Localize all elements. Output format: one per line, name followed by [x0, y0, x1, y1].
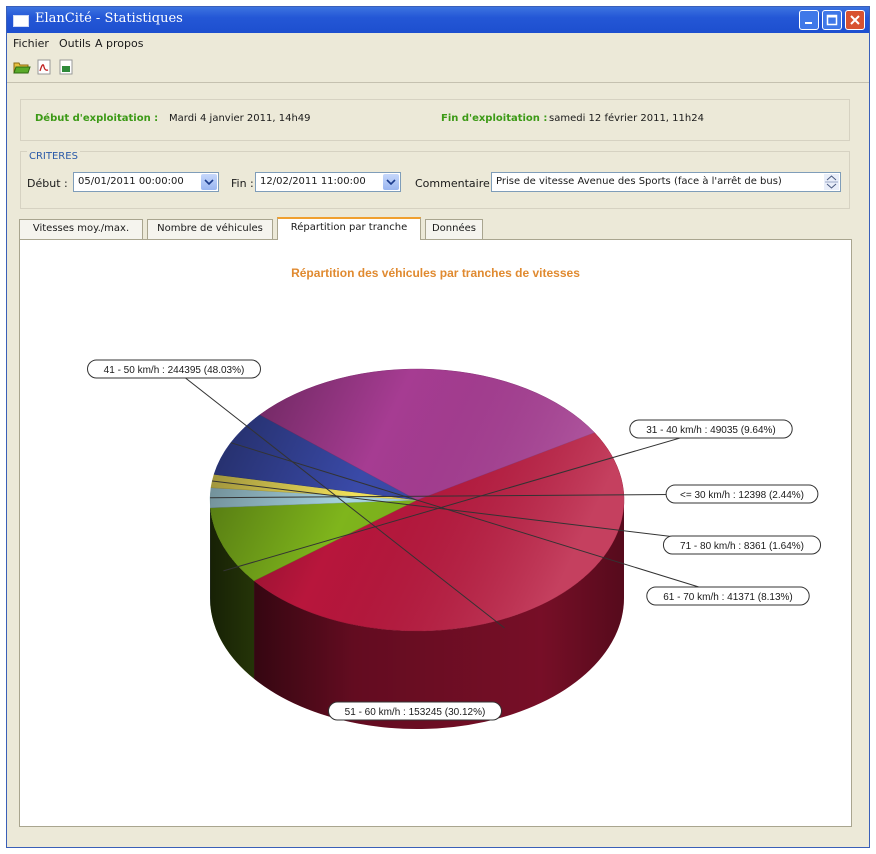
tab-repartition[interactable]: Répartition par tranche [277, 217, 421, 240]
chevron-down-icon [204, 179, 214, 185]
app-window: ElanCité - Statistiques Fichier Outils A… [6, 6, 870, 848]
fin-exploitation-label: Fin d'exploitation : [441, 113, 548, 124]
debut-dropdown-button[interactable] [201, 174, 217, 190]
commentaire-value: Prise de vitesse Avenue des Sports (face… [496, 176, 782, 187]
window-title: ElanCité - Statistiques [35, 11, 183, 26]
fin-exploitation-value: samedi 12 février 2011, 11h24 [549, 113, 704, 124]
slice-label: 41 - 50 km/h : 244395 (48.03%) [104, 365, 245, 376]
debut-exploitation-label: Début d'exploitation : [35, 113, 159, 124]
excel-export-icon[interactable] [57, 59, 75, 75]
maximize-icon [826, 14, 838, 26]
title-bar[interactable]: ElanCité - Statistiques [7, 7, 869, 33]
criteria-legend: CRITERES [27, 151, 80, 162]
debut-datetime-value: 05/01/2011 00:00:00 [78, 176, 184, 187]
fin-datetime-picker[interactable]: 12/02/2011 11:00:00 [255, 172, 401, 192]
debut-exploitation-value: Mardi 4 janvier 2011, 14h49 [169, 113, 311, 124]
slice-label: 61 - 70 km/h : 41371 (8.13%) [663, 592, 793, 603]
menu-apropos[interactable]: A propos [95, 37, 143, 50]
close-button[interactable] [845, 10, 865, 30]
minimize-icon [805, 22, 812, 24]
toolbar [7, 55, 869, 79]
slice-label: 51 - 60 km/h : 153245 (30.12%) [345, 707, 486, 718]
tab-donnees[interactable]: Données [425, 219, 483, 239]
minimize-button[interactable] [799, 10, 819, 30]
chevron-down-icon [386, 179, 396, 185]
fin-label: Fin : [231, 177, 254, 190]
commentaire-field[interactable]: Prise de vitesse Avenue des Sports (face… [491, 172, 841, 192]
menu-fichier[interactable]: Fichier [13, 37, 49, 50]
menu-outils[interactable]: Outils [59, 37, 91, 50]
slice-label: 31 - 40 km/h : 49035 (9.64%) [646, 425, 776, 436]
app-icon [13, 15, 29, 27]
slice-label: <= 30 km/h : 12398 (2.44%) [680, 490, 804, 501]
chart-panel: Répartition des véhicules par tranches d… [19, 239, 852, 827]
debut-label: Début : [27, 177, 68, 190]
toolbar-separator [7, 82, 869, 83]
tab-nombre-vehicules[interactable]: Nombre de véhicules [147, 219, 273, 239]
folder-open-icon[interactable] [13, 59, 31, 75]
criteria-group: CRITERES Début : 05/01/2011 00:00:00 Fin… [20, 151, 850, 209]
commentaire-spinner[interactable] [824, 174, 839, 190]
debut-datetime-picker[interactable]: 05/01/2011 00:00:00 [73, 172, 219, 192]
pdf-export-icon[interactable] [35, 59, 53, 75]
pie-chart: 41 - 50 km/h : 244395 (48.03%) 31 - 40 km… [87, 359, 822, 729]
fin-datetime-value: 12/02/2011 11:00:00 [260, 176, 366, 187]
spin-arrows-icon [824, 174, 839, 190]
slice-label: 71 - 80 km/h : 8361 (1.64%) [680, 541, 804, 552]
tab-vitesses[interactable]: Vitesses moy./max. [19, 219, 143, 239]
menu-bar: Fichier Outils A propos [7, 33, 869, 53]
close-icon [850, 15, 860, 25]
exploitation-info: Début d'exploitation : Mardi 4 janvier 2… [20, 99, 850, 141]
commentaire-label: Commentaire : [415, 177, 497, 190]
maximize-button[interactable] [822, 10, 842, 30]
fin-dropdown-button[interactable] [383, 174, 399, 190]
